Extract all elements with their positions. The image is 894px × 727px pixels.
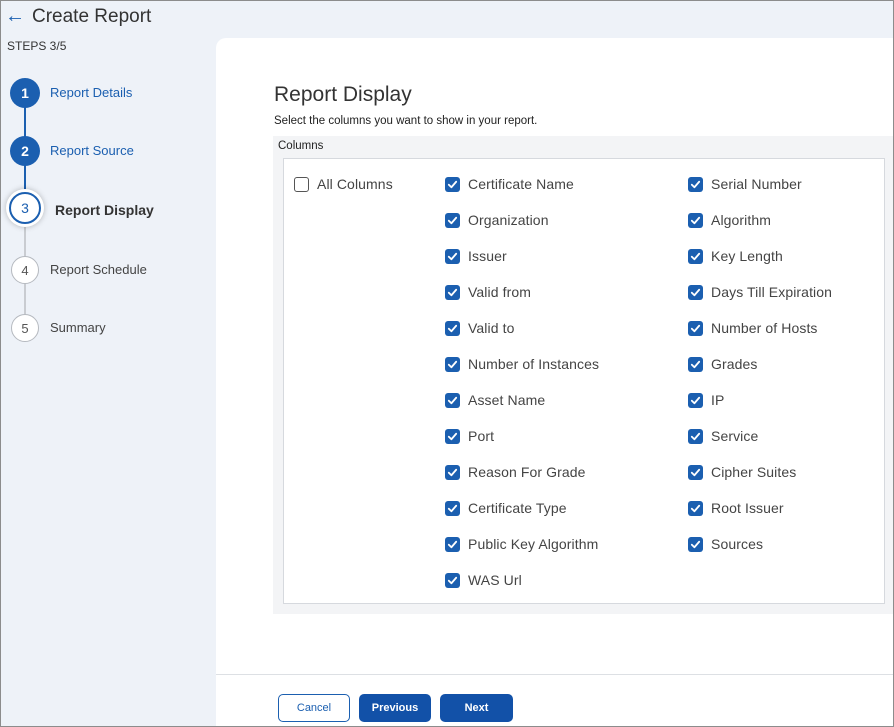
checkbox-checked-icon[interactable] — [445, 212, 460, 228]
step-4-label: Report Schedule — [50, 262, 147, 277]
checkbox-label: Organization — [468, 212, 549, 228]
checkbox-label: Valid from — [468, 284, 531, 300]
column-option-checkbox[interactable]: Serial Number — [688, 175, 802, 193]
column-option-checkbox[interactable]: Grades — [688, 355, 758, 373]
checkbox-checked-icon[interactable] — [445, 536, 460, 552]
checkbox-label: All Columns — [317, 176, 393, 192]
checkbox-checked-icon[interactable] — [445, 176, 460, 192]
checkbox-checked-icon[interactable] — [688, 428, 703, 444]
step-4-indicator: 4 — [11, 256, 39, 284]
column-option-checkbox[interactable]: Certificate Type — [445, 499, 567, 517]
checkbox-checked-icon[interactable] — [445, 464, 460, 480]
checkbox-label: Serial Number — [711, 176, 802, 192]
previous-button[interactable]: Previous — [359, 694, 431, 722]
step-connector — [24, 107, 26, 139]
step-3-indicator: 3 — [9, 192, 41, 224]
checkbox-label: Valid to — [468, 320, 515, 336]
step-5-label: Summary — [50, 320, 106, 335]
column-option-checkbox[interactable]: Sources — [688, 535, 763, 553]
checkbox-checked-icon[interactable] — [445, 320, 460, 336]
checkbox-label: Grades — [711, 356, 758, 372]
stepper: 1 Report Details 2 Report Source 3 Repor… — [1, 1, 216, 726]
column-option-checkbox[interactable]: Port — [445, 427, 494, 445]
checkbox-label: Reason For Grade — [468, 464, 586, 480]
column-option-checkbox[interactable]: WAS Url — [445, 571, 522, 589]
checkbox-label: Asset Name — [468, 392, 546, 408]
create-report-window: ← Create Report STEPS 3/5 1 Report Detai… — [0, 0, 894, 727]
column-option-checkbox[interactable]: Number of Hosts — [688, 319, 818, 337]
checkbox-checked-icon[interactable] — [445, 572, 460, 588]
step-connector — [24, 165, 26, 192]
checkbox-checked-icon[interactable] — [688, 392, 703, 408]
checkbox-unchecked-icon[interactable] — [294, 176, 309, 192]
checkbox-checked-icon[interactable] — [445, 500, 460, 516]
column-option-checkbox[interactable]: Algorithm — [688, 211, 771, 229]
checkbox-checked-icon[interactable] — [445, 284, 460, 300]
checkbox-checked-icon[interactable] — [688, 284, 703, 300]
checkbox-label: Public Key Algorithm — [468, 536, 599, 552]
column-option-checkbox[interactable]: Issuer — [445, 247, 507, 265]
checkbox-checked-icon[interactable] — [688, 536, 703, 552]
checkbox-label: Issuer — [468, 248, 507, 264]
column-option-checkbox[interactable]: Organization — [445, 211, 549, 229]
step-5-indicator: 5 — [11, 314, 39, 342]
column-option-checkbox[interactable]: Service — [688, 427, 758, 445]
column-option-checkbox[interactable]: IP — [688, 391, 724, 409]
checkbox-label: Certificate Type — [468, 500, 567, 516]
step-2-label[interactable]: Report Source — [50, 143, 134, 159]
checkbox-label: Key Length — [711, 248, 783, 264]
checkbox-label: Number of Hosts — [711, 320, 818, 336]
checkbox-label: IP — [711, 392, 725, 408]
checkbox-checked-icon[interactable] — [688, 464, 703, 480]
columns-label: Columns — [278, 140, 324, 152]
section-title: Report Display — [274, 83, 412, 106]
checkbox-checked-icon[interactable] — [688, 320, 703, 336]
checkbox-checked-icon[interactable] — [445, 428, 460, 444]
next-button[interactable]: Next — [440, 694, 513, 722]
checkbox-checked-icon[interactable] — [445, 248, 460, 264]
footer-divider — [216, 674, 893, 675]
all-columns-checkbox[interactable]: All Columns — [294, 175, 393, 193]
checkbox-label: Certificate Name — [468, 176, 574, 192]
column-option-checkbox[interactable]: Root Issuer — [688, 499, 784, 517]
column-option-checkbox[interactable]: Number of Instances — [445, 355, 599, 373]
checkbox-label: WAS Url — [468, 572, 522, 588]
checkbox-checked-icon[interactable] — [688, 176, 703, 192]
step-1-indicator[interactable]: 1 — [10, 78, 40, 108]
column-option-checkbox[interactable]: Reason For Grade — [445, 463, 586, 481]
column-option-checkbox[interactable]: Asset Name — [445, 391, 545, 409]
step-connector — [24, 284, 26, 315]
checkbox-checked-icon[interactable] — [688, 212, 703, 228]
checkbox-label: Sources — [711, 536, 764, 552]
step-2-indicator[interactable]: 2 — [10, 136, 40, 166]
checkbox-label: Number of Instances — [468, 356, 600, 372]
columns-list: All Columns Certificate Name Organization… — [283, 158, 885, 604]
checkbox-checked-icon[interactable] — [688, 500, 703, 516]
column-option-checkbox[interactable]: Valid from — [445, 283, 531, 301]
column-option-checkbox[interactable]: Key Length — [688, 247, 783, 265]
checkbox-checked-icon[interactable] — [445, 356, 460, 372]
section-subtitle: Select the columns you want to show in y… — [274, 115, 538, 127]
step-3-label: Report Display — [55, 202, 154, 218]
step-1-label[interactable]: Report Details — [50, 85, 132, 101]
checkbox-label: Algorithm — [711, 212, 772, 228]
column-option-checkbox[interactable]: Cipher Suites — [688, 463, 796, 481]
checkbox-label: Cipher Suites — [711, 464, 797, 480]
column-option-checkbox[interactable]: Public Key Algorithm — [445, 535, 598, 553]
column-option-checkbox[interactable]: Certificate Name — [445, 175, 574, 193]
checkbox-checked-icon[interactable] — [688, 356, 703, 372]
checkbox-checked-icon[interactable] — [688, 248, 703, 264]
columns-group: Columns All Columns Certificate Name Orga… — [273, 136, 893, 614]
checkbox-label: Service — [711, 428, 759, 444]
step-connector — [24, 227, 26, 257]
cancel-button[interactable]: Cancel — [278, 694, 350, 722]
checkbox-checked-icon[interactable] — [445, 392, 460, 408]
checkbox-label: Root Issuer — [711, 500, 784, 516]
column-option-checkbox[interactable]: Valid to — [445, 319, 514, 337]
checkbox-label: Port — [468, 428, 495, 444]
checkbox-label: Days Till Expiration — [711, 284, 833, 300]
main-panel: Report Display Select the columns you wa… — [216, 38, 893, 726]
column-option-checkbox[interactable]: Days Till Expiration — [688, 283, 832, 301]
